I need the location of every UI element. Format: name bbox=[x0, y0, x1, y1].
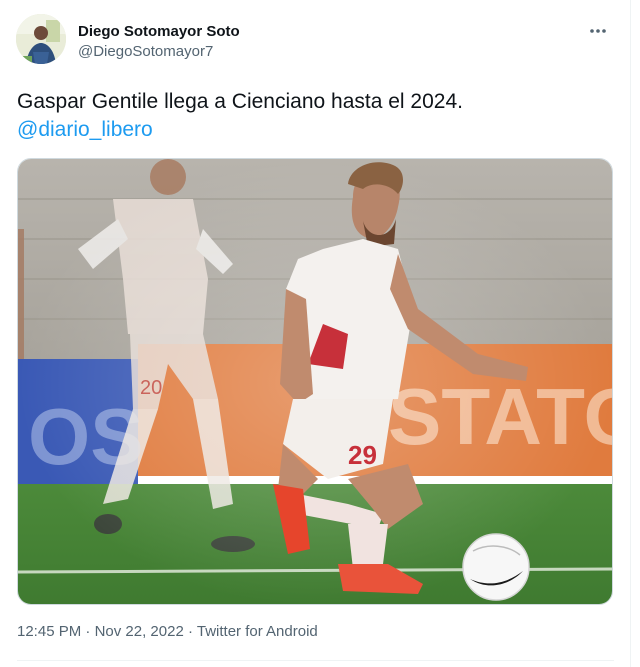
tweet-source[interactable]: Twitter for Android bbox=[197, 623, 318, 640]
soccer-ball bbox=[462, 533, 530, 601]
user-avatar[interactable] bbox=[16, 14, 66, 64]
tweet-time[interactable]: 12:45 PM bbox=[17, 623, 81, 640]
meta-separator-1: · bbox=[81, 623, 95, 640]
tweet-body: Gaspar Gentile llega a Cienciano hasta e… bbox=[17, 90, 463, 113]
mention-link[interactable]: @diario_libero bbox=[17, 116, 617, 144]
tweet-text: Gaspar Gentile llega a Cienciano hasta e… bbox=[17, 88, 617, 144]
author-handle[interactable]: @DiegoSotomayor7 bbox=[78, 42, 240, 62]
tweet-card: Diego Sotomayor Soto @DiegoSotomayor7 Ga… bbox=[0, 0, 631, 667]
more-options-icon[interactable] bbox=[586, 22, 610, 40]
tweet-photo[interactable]: STATO OS 20 bbox=[17, 158, 613, 605]
author-names: Diego Sotomayor Soto @DiegoSotomayor7 bbox=[78, 23, 240, 62]
tweet-date[interactable]: Nov 22, 2022 bbox=[95, 623, 184, 640]
avatar-image bbox=[16, 14, 66, 64]
divider bbox=[17, 660, 614, 661]
tweet-meta: 12:45 PM · Nov 22, 2022 · Twitter for An… bbox=[17, 622, 318, 642]
jersey-number-29: 29 bbox=[348, 440, 377, 470]
meta-separator-2: · bbox=[183, 623, 197, 640]
football-photo: STATO OS 20 bbox=[18, 159, 612, 604]
tweet-header: Diego Sotomayor Soto @DiegoSotomayor7 bbox=[16, 14, 614, 70]
author-display-name[interactable]: Diego Sotomayor Soto bbox=[78, 23, 240, 41]
